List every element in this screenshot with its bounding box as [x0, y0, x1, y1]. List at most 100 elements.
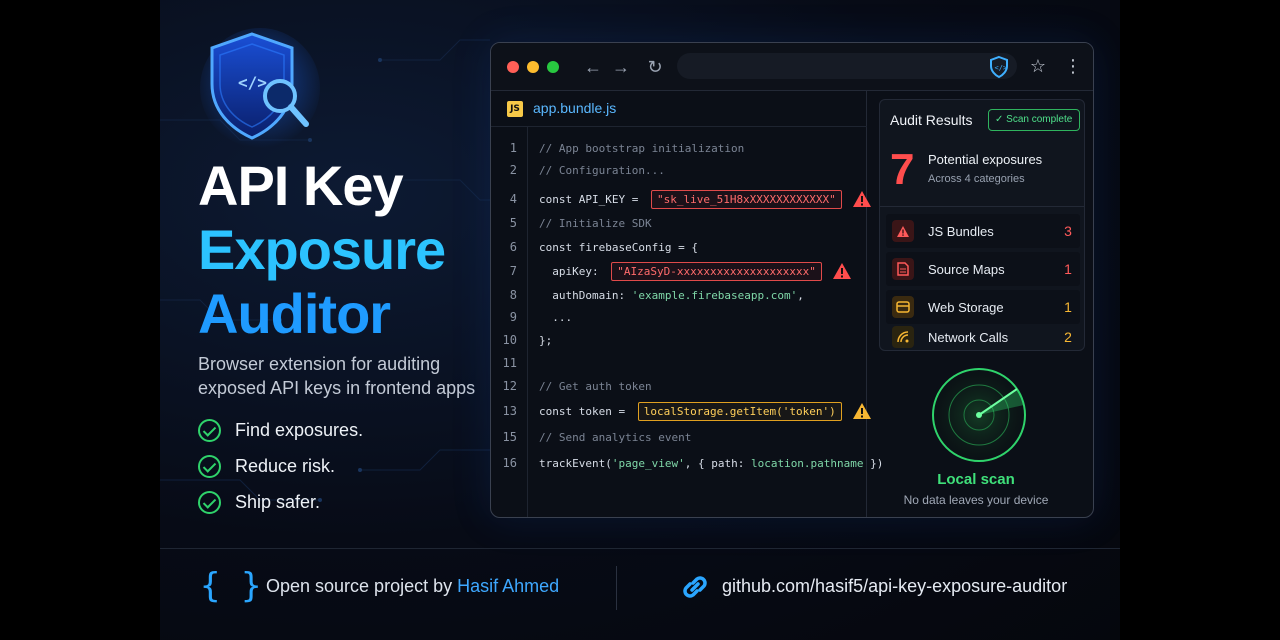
js-file-icon: JS	[507, 101, 523, 117]
bookmark-star-icon[interactable]: ☆	[1027, 55, 1049, 77]
code-token: const API_KEY =	[539, 192, 645, 206]
code-text: const token = localStorage.getItem('toke…	[539, 401, 872, 421]
code-line: 5 // Initialize SDK	[491, 212, 867, 234]
line-number: 8	[509, 288, 517, 302]
code-comment: // Get auth token	[539, 379, 652, 393]
code-text: // Get auth token	[539, 380, 652, 393]
github-link[interactable]: github.com/hasif5/api-key-exposure-audit…	[722, 576, 1067, 597]
exposure-label: Potential exposures	[928, 152, 1043, 167]
category-count: 1	[1064, 261, 1072, 277]
title-line-3: Auditor	[198, 282, 391, 345]
line-number: 7	[509, 264, 517, 278]
code-line: 2 // Configuration...	[491, 159, 867, 181]
line-number: 5	[509, 216, 517, 230]
code-line: 15 // Send analytics event	[491, 426, 867, 448]
signal-icon	[892, 326, 914, 348]
shield-search-logo-icon: </>	[200, 28, 320, 148]
footer-separator	[616, 566, 617, 610]
category-label: JS Bundles	[928, 223, 994, 239]
title-line-1: API Key	[198, 154, 404, 217]
category-label: Network Calls	[928, 329, 1009, 345]
line-number: 12	[502, 379, 517, 393]
more-menu-icon[interactable]: ⋮	[1063, 55, 1083, 77]
audit-title: Audit Results	[890, 112, 973, 128]
code-string: 'example.firebaseapp.com'	[631, 288, 798, 302]
code-token: apiKey:	[539, 264, 606, 278]
feature-item: Find exposures.	[198, 418, 363, 442]
file-tab[interactable]: JS app.bundle.js	[491, 91, 867, 127]
code-editor-panel: JS app.bundle.js 1 // App bootstrap initi…	[491, 91, 884, 517]
category-row-js-bundles[interactable]: JS Bundles 3	[886, 214, 1080, 248]
code-token: ,	[797, 288, 804, 302]
warning-icon	[852, 191, 871, 207]
code-line: 6 const firebaseConfig = {	[491, 236, 867, 258]
feature-label: Find exposures.	[235, 419, 364, 440]
browser-window: ← → ↻ </> ☆ ⋮ JS app.bundle.js 1 // App b…	[490, 42, 1094, 518]
code-text: const firebaseConfig = {	[539, 241, 698, 254]
category-label: Source Maps	[928, 261, 1005, 277]
code-line: 13 const token = localStorage.getItem('to…	[491, 400, 871, 422]
reload-icon[interactable]: ↻	[643, 55, 667, 79]
audit-results-panel: Audit Results ✓ Scan complete 7 Potentia…	[879, 99, 1085, 351]
line-number: 1	[509, 141, 517, 155]
category-count: 3	[1064, 223, 1072, 239]
code-line: 16 trackEvent('page_view', { path: locati…	[491, 452, 884, 474]
link-icon	[683, 576, 707, 598]
forward-arrow-icon[interactable]: →	[609, 55, 633, 79]
address-bar[interactable]	[677, 53, 1017, 79]
file-name: app.bundle.js	[533, 100, 617, 116]
code-token: ...	[539, 310, 573, 324]
back-arrow-icon[interactable]: ←	[581, 55, 605, 79]
code-string: location.pathname	[750, 456, 864, 470]
exposed-key-highlight: "sk_live_51H8xXXXXXXXXXXXX"	[650, 189, 842, 209]
category-row-source-maps[interactable]: Source Maps 1	[886, 252, 1080, 286]
code-token: const firebaseConfig = {	[539, 240, 698, 254]
code-text: ...	[539, 311, 572, 324]
code-line: 9 ...	[491, 306, 867, 328]
window-maximize-button[interactable]	[547, 61, 559, 73]
code-line: 12 // Get auth token	[491, 375, 867, 397]
category-label: Web Storage	[928, 299, 1004, 315]
check-circle-icon	[198, 454, 221, 478]
storage-access-highlight: localStorage.getItem('token')	[637, 401, 842, 421]
exposed-key-highlight: "AIzaSyD-xxxxxxxxxxxxxxxxxxxx"	[611, 261, 822, 281]
feature-item: Reduce risk.	[198, 454, 363, 478]
feature-item: Ship safer.	[198, 490, 363, 514]
code-token: })	[863, 456, 884, 470]
code-token: trackEvent(	[539, 456, 612, 470]
code-line: 10};	[491, 329, 867, 351]
svg-text:</>: </>	[995, 64, 1008, 72]
feature-list: Find exposures. Reduce risk. Ship safer.	[198, 418, 363, 526]
code-text: trackEvent('page_view', { path: location…	[539, 457, 883, 470]
window-minimize-button[interactable]	[527, 61, 539, 73]
storage-icon	[892, 296, 914, 318]
category-row-web-storage[interactable]: Web Storage 1	[886, 290, 1080, 324]
warning-icon	[892, 220, 914, 242]
author-link[interactable]: Hasif Ahmed	[457, 576, 559, 596]
code-comment: // Configuration...	[539, 163, 665, 177]
category-count: 2	[1064, 329, 1072, 345]
code-text: // App bootstrap initialization	[539, 142, 744, 155]
radar-scan-icon	[932, 368, 1026, 462]
code-comment: // Initialize SDK	[539, 216, 652, 230]
extension-shield-icon[interactable]: </>	[987, 55, 1011, 79]
browser-toolbar: ← → ↻ </> ☆ ⋮	[491, 43, 1093, 91]
line-number: 6	[509, 240, 517, 254]
title-line-2: Exposure	[198, 218, 446, 281]
code-string: 'page_view'	[611, 456, 685, 470]
feature-label: Reduce risk.	[235, 455, 336, 476]
svg-text:</>: </>	[238, 73, 267, 92]
code-comment: // Send analytics event	[539, 430, 692, 444]
code-comment: // App bootstrap initialization	[539, 141, 745, 155]
local-scan-subtitle: No data leaves your device	[903, 493, 1049, 507]
code-text: };	[539, 334, 552, 347]
subtitle: Browser extension for auditing exposed A…	[198, 354, 476, 398]
category-row-network-calls[interactable]: Network Calls 2	[886, 326, 1080, 348]
divider	[880, 206, 1084, 207]
line-number: 2	[509, 163, 517, 177]
line-number: 4	[509, 192, 517, 206]
line-number: 15	[502, 430, 517, 444]
line-number: 9	[509, 310, 517, 324]
window-close-button[interactable]	[507, 61, 519, 73]
check-circle-icon	[198, 490, 221, 514]
